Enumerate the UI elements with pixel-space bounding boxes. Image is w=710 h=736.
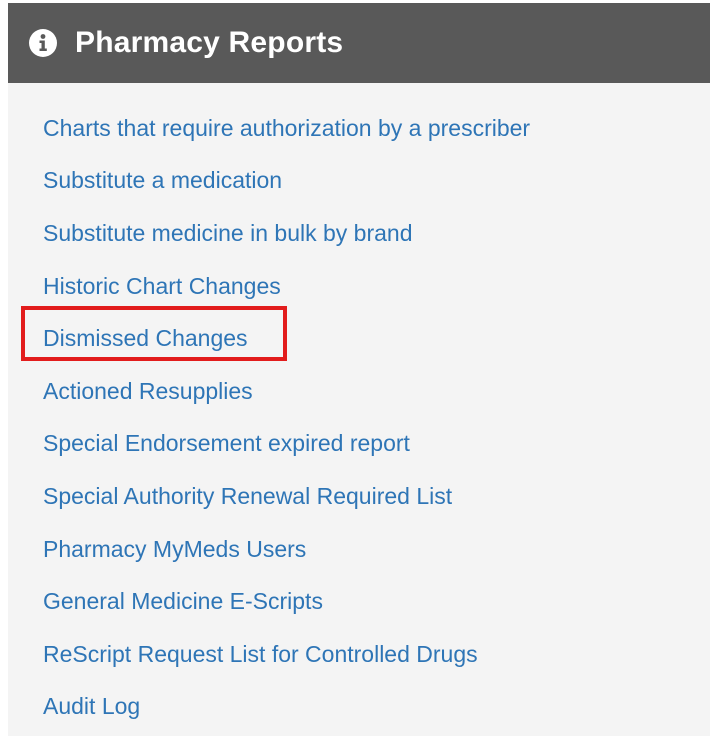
link-pharmacy-mymeds-users[interactable]: Pharmacy MyMeds Users (43, 536, 306, 563)
list-item: Substitute a medication (8, 155, 710, 208)
link-rescript-request-list[interactable]: ReScript Request List for Controlled Dru… (43, 641, 478, 668)
panel-title: Pharmacy Reports (75, 26, 344, 59)
link-historic-chart-changes[interactable]: Historic Chart Changes (43, 273, 281, 300)
link-dismissed-changes[interactable]: Dismissed Changes (43, 325, 248, 352)
info-circle-icon (28, 28, 58, 58)
list-item: Dismissed Changes (8, 312, 710, 365)
list-item: Actioned Resupplies (8, 365, 710, 418)
list-item: Charts that require authorization by a p… (8, 102, 710, 155)
list-item: Special Authority Renewal Required List (8, 470, 710, 523)
pharmacy-reports-panel: Pharmacy Reports Charts that require aut… (8, 3, 710, 736)
link-audit-log[interactable]: Audit Log (43, 693, 140, 720)
list-item: Special Endorsement expired report (8, 418, 710, 471)
link-actioned-resupplies[interactable]: Actioned Resupplies (43, 378, 253, 405)
list-item: Substitute medicine in bulk by brand (8, 207, 710, 260)
link-general-medicine-escripts[interactable]: General Medicine E-Scripts (43, 588, 323, 615)
report-link-list: Charts that require authorization by a p… (8, 102, 710, 733)
link-special-endorsement-expired[interactable]: Special Endorsement expired report (43, 430, 410, 457)
link-charts-require-authorization[interactable]: Charts that require authorization by a p… (43, 115, 530, 142)
list-item: General Medicine E-Scripts (8, 575, 710, 628)
list-item: Historic Chart Changes (8, 260, 710, 313)
list-item: ReScript Request List for Controlled Dru… (8, 628, 710, 681)
list-item: Audit Log (8, 681, 710, 734)
link-special-authority-renewal[interactable]: Special Authority Renewal Required List (43, 483, 452, 510)
list-item: Pharmacy MyMeds Users (8, 523, 710, 576)
link-substitute-bulk-by-brand[interactable]: Substitute medicine in bulk by brand (43, 220, 413, 247)
link-substitute-medication[interactable]: Substitute a medication (43, 167, 282, 194)
panel-header: Pharmacy Reports (8, 3, 710, 83)
